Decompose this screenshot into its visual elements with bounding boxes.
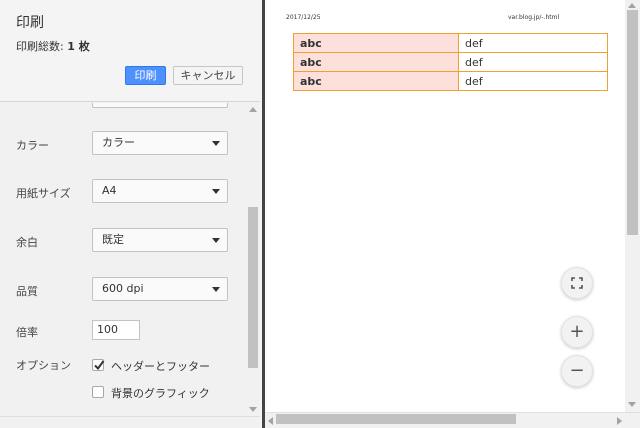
color-select-value: カラー bbox=[102, 136, 135, 149]
table-cell: abc bbox=[293, 33, 459, 53]
zoom-in-button[interactable]: + bbox=[561, 316, 593, 348]
preview-horizontal-scrollbar-thumb[interactable] bbox=[276, 414, 516, 424]
scroll-right-icon bbox=[617, 417, 622, 425]
chevron-down-icon bbox=[212, 189, 220, 194]
checkmark-icon bbox=[94, 360, 105, 371]
headers-footers-label: ヘッダーとフッター bbox=[111, 360, 210, 373]
chevron-down-icon bbox=[212, 141, 220, 146]
table-cell: def bbox=[458, 33, 608, 53]
paper-size-select-value: A4 bbox=[102, 184, 117, 197]
paper-size-label: 用紙サイズ bbox=[16, 187, 71, 200]
table-row: abc def bbox=[293, 71, 608, 91]
page-header-date: 2017/12/25 bbox=[286, 14, 321, 21]
total-value: 1 枚 bbox=[67, 40, 90, 53]
color-label: カラー bbox=[16, 139, 49, 152]
paper-size-select[interactable]: A4 bbox=[92, 179, 228, 203]
table-cell: abc bbox=[293, 52, 459, 72]
minus-icon: − bbox=[569, 360, 585, 381]
quality-select[interactable]: 600 dpi bbox=[92, 277, 228, 301]
scroll-left-icon bbox=[268, 417, 273, 425]
scale-input[interactable]: 100 bbox=[92, 320, 140, 340]
background-graphics-checkbox[interactable] bbox=[92, 386, 104, 398]
chevron-down-icon bbox=[212, 238, 220, 243]
scroll-up-icon bbox=[628, 3, 636, 8]
scroll-down-icon bbox=[628, 402, 636, 407]
fit-to-page-icon bbox=[571, 277, 583, 289]
margins-select[interactable]: 既定 bbox=[92, 228, 228, 252]
headers-footers-checkbox[interactable] bbox=[92, 359, 105, 371]
page-header-url: var.blog.jp/-.html bbox=[508, 14, 560, 21]
margins-select-value: 既定 bbox=[102, 233, 124, 246]
preview-table: abc def abc def abc def bbox=[293, 33, 608, 91]
scale-label: 倍率 bbox=[16, 326, 38, 339]
total-pages: 印刷総数: 1 枚 bbox=[16, 38, 90, 54]
scroll-down-icon bbox=[249, 407, 257, 412]
settings-horizontal-scrollbar[interactable] bbox=[0, 416, 260, 428]
options-label: オプション bbox=[16, 359, 71, 372]
cancel-button[interactable]: キャンセル bbox=[173, 66, 243, 85]
table-cell: abc bbox=[293, 71, 459, 91]
dialog-title: 印刷 bbox=[16, 15, 44, 31]
background-graphics-label: 背景のグラフィック bbox=[111, 387, 210, 400]
table-cell: def bbox=[458, 71, 608, 91]
margins-label: 余白 bbox=[16, 236, 38, 249]
preview-vertical-scrollbar-thumb[interactable] bbox=[627, 10, 638, 235]
fit-to-page-button[interactable] bbox=[561, 267, 593, 299]
settings-scrollbar-thumb[interactable] bbox=[248, 207, 258, 368]
quality-label: 品質 bbox=[16, 285, 38, 298]
settings-list: カラー カラー 用紙サイズ A4 余白 既定 品質 600 dpi 倍率 100… bbox=[0, 103, 246, 416]
quality-select-value: 600 dpi bbox=[102, 282, 144, 295]
plus-icon: + bbox=[569, 321, 585, 342]
print-button[interactable]: 印刷 bbox=[125, 66, 166, 85]
chevron-down-icon bbox=[212, 287, 220, 292]
color-select[interactable]: カラー bbox=[92, 131, 228, 155]
panel-header: 印刷 印刷総数: 1 枚 印刷 キャンセル bbox=[0, 0, 260, 102]
preview-page: 2017/12/25 var.blog.jp/-.html abc def ab… bbox=[265, 0, 625, 412]
destination-select-partial[interactable] bbox=[92, 103, 228, 108]
table-row: abc def bbox=[293, 52, 608, 72]
scroll-up-icon bbox=[249, 107, 257, 112]
total-label: 印刷総数: bbox=[16, 40, 64, 53]
table-row: abc def bbox=[293, 33, 608, 53]
table-cell: def bbox=[458, 52, 608, 72]
zoom-out-button[interactable]: − bbox=[561, 355, 593, 387]
print-settings-panel: 印刷 印刷総数: 1 枚 印刷 キャンセル カラー カラー 用紙サイズ A4 余… bbox=[0, 0, 260, 428]
